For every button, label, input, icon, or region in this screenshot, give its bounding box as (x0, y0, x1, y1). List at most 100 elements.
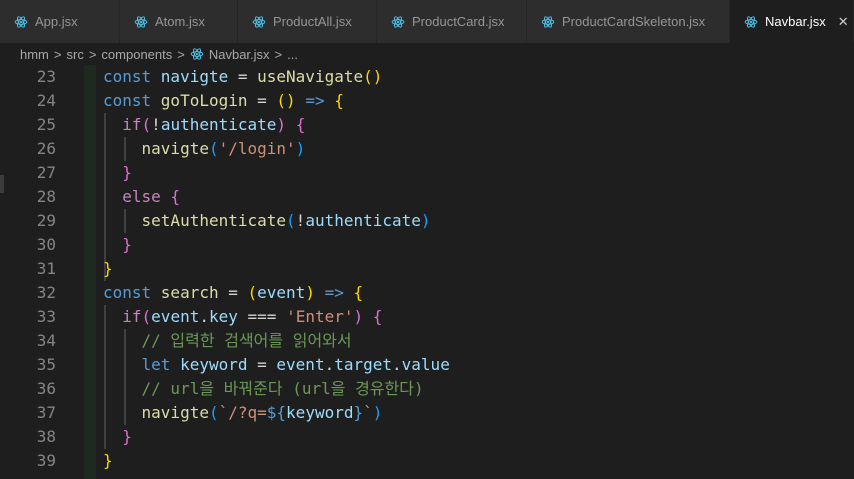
breadcrumb-item[interactable]: components (101, 47, 172, 62)
tab-label: ProductAll.jsx (273, 14, 352, 29)
code-token: () (363, 67, 383, 86)
breadcrumb-separator: > (88, 46, 97, 62)
code-text: } (103, 257, 113, 281)
code-line[interactable]: 34 // 입력한 검색어를 읽어와서 (0, 329, 854, 353)
code-token: useNavigate (257, 67, 364, 86)
line-number: 36 (36, 379, 56, 398)
code-token: . (324, 355, 335, 374)
code-token: goToLogin (160, 91, 248, 110)
line-number: 30 (36, 235, 56, 254)
code-token: value (401, 355, 450, 374)
code-token: navigte (141, 403, 209, 422)
code-token: = (247, 355, 277, 374)
tab-productall-jsx[interactable]: ProductAll.jsx (238, 0, 377, 43)
code-token: // 입력한 검색어를 읽어와서 (141, 331, 352, 350)
code-token: . (199, 307, 209, 326)
tab-navbar-jsx[interactable]: Navbar.jsx ✕ (730, 0, 854, 43)
code-token: { (170, 187, 181, 206)
code-line[interactable]: 25 if(!authenticate) { (0, 113, 854, 137)
code-line[interactable]: 31} (0, 257, 854, 281)
code-token: = (228, 67, 258, 86)
code-line[interactable]: 24 const goToLogin = () => { (0, 89, 854, 113)
code-token: event (276, 355, 325, 374)
code-token: ) (276, 115, 287, 134)
code-token: const (103, 91, 161, 110)
code-token: const (103, 67, 161, 86)
code-text: // url을 바꿔준다 (url을 경유한다) (103, 377, 424, 401)
breadcrumb-item[interactable]: hmm (20, 47, 49, 62)
code-token: event (151, 307, 200, 326)
code-line[interactable]: 26 navigte('/login') (0, 137, 854, 161)
code-token: ` (363, 403, 373, 422)
code-token: = (218, 283, 248, 302)
tab-label: Atom.jsx (155, 14, 205, 29)
code-token: authenticate (160, 115, 277, 134)
code-token: => (324, 283, 344, 302)
react-icon (252, 15, 266, 29)
code-line[interactable]: 30 } (0, 233, 854, 257)
tab-atom-jsx[interactable]: Atom.jsx (120, 0, 238, 43)
tab-productcard-jsx[interactable]: ProductCard.jsx (377, 0, 527, 43)
code-text: if(event.key === 'Enter') { (103, 305, 382, 329)
code-line[interactable]: 29 setAuthenticate(!authenticate) (0, 209, 854, 233)
breadcrumb-separator: > (274, 46, 283, 62)
code-line[interactable]: 33 if(event.key === 'Enter') { (0, 305, 854, 329)
code-token: ! (295, 211, 306, 230)
code-token: ) (295, 139, 306, 158)
code-text: if(!authenticate) { (103, 113, 305, 137)
code-line[interactable]: 39} (0, 449, 854, 473)
line-number: 23 (36, 67, 56, 86)
code-line[interactable]: 38 } (0, 425, 854, 449)
code-line[interactable]: 36 // url을 바꿔준다 (url을 경유한다) (0, 377, 854, 401)
code-token: ) (305, 283, 315, 302)
code-line[interactable]: 37 navigte(`/?q=${keyword}`) (0, 401, 854, 425)
code-token: } (122, 235, 132, 254)
code-token: ) (353, 307, 364, 326)
code-token: === (237, 307, 287, 326)
code-text: setAuthenticate(!authenticate) (103, 209, 431, 233)
tab-app-jsx[interactable]: App.jsx (0, 0, 120, 43)
react-icon (541, 15, 555, 29)
code-text: } (103, 233, 132, 257)
code-token: target (334, 355, 393, 374)
breadcrumb-item[interactable]: Navbar.jsx (209, 47, 270, 62)
code-text: } (103, 425, 132, 449)
code-token: '/login' (218, 139, 296, 158)
tab-productcardskeleton-jsx[interactable]: ProductCardSkeleton.jsx (527, 0, 730, 43)
code-token: { (372, 307, 383, 326)
code-token: const (103, 283, 161, 302)
code-token: ( (208, 403, 219, 422)
line-number: 35 (36, 355, 56, 374)
code-token: { (295, 115, 306, 134)
code-token: else (122, 187, 161, 206)
breadcrumb-item[interactable]: src (66, 47, 83, 62)
tab-label: ProductCardSkeleton.jsx (562, 14, 706, 29)
code-token: key (208, 307, 238, 326)
code-token: ( (286, 211, 296, 230)
react-icon (190, 47, 204, 61)
code-line[interactable]: 27 } (0, 161, 854, 185)
code-token: { (334, 91, 344, 110)
code-text: let keyword = event.target.value (103, 353, 450, 377)
code-token: setAuthenticate (141, 211, 287, 230)
line-number: 39 (36, 451, 56, 470)
code-line[interactable]: 32 const search = (event) => { (0, 281, 854, 305)
breadcrumb-item[interactable]: ... (287, 47, 298, 62)
code-text: else { (103, 185, 180, 209)
tab-label: Navbar.jsx (765, 14, 826, 29)
code-editor[interactable]: 23 const navigte = useNavigate() 24 const g… (0, 65, 854, 479)
code-token: => (305, 91, 325, 110)
close-icon[interactable]: ✕ (838, 14, 849, 30)
code-token: ) (420, 211, 431, 230)
code-line[interactable]: 23 const navigte = useNavigate() (0, 65, 854, 89)
code-text: navigte(`/?q=${keyword}`) (103, 401, 383, 425)
code-line[interactable]: 28 else { (0, 185, 854, 209)
code-line[interactable]: 35 let keyword = event.target.value (0, 353, 854, 377)
breadcrumb: hmm > src > components > Navbar.jsx > ..… (0, 43, 854, 65)
